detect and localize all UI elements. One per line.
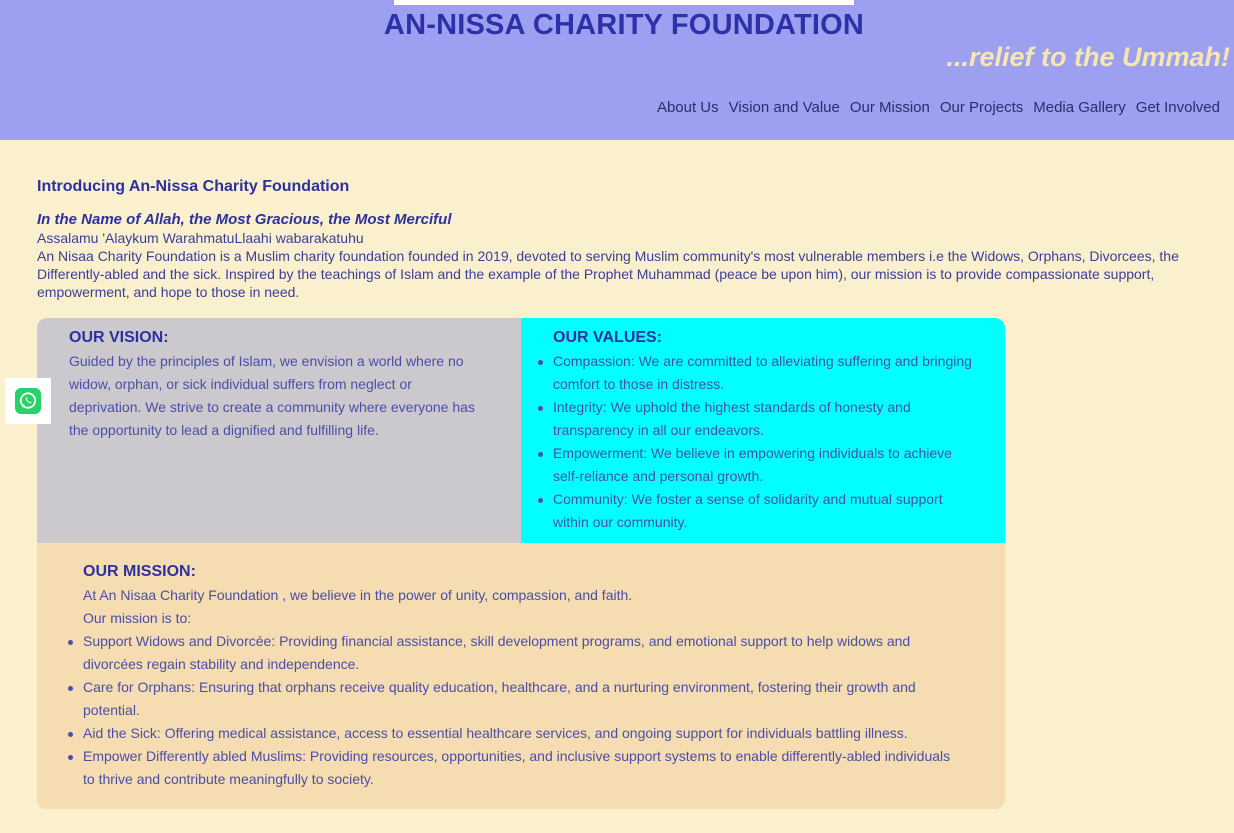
bismillah: In the Name of Allah, the Most Gracious,… [37,211,452,228]
list-item: Care for Orphans: Ensuring that orphans … [68,676,965,722]
values-title: OUR VALUES: [553,329,663,346]
values-list: Compassion: We are committed to alleviat… [538,350,975,534]
mission-box: OUR MISSION: At An Nisaa Charity Foundat… [37,543,1005,809]
vision-values-mission-grid: OUR VISION: Guided by the principles of … [37,318,1005,809]
list-item: Integrity: We uphold the highest standar… [538,396,975,442]
nav-item-vision-and-value[interactable]: Vision and Value [729,99,840,116]
mission-title: OUR MISSION: [83,563,196,580]
intro-section: Introducing An-Nissa Charity Foundation … [37,178,1217,301]
whatsapp-icon [15,388,41,414]
intro-description: An Nisaa Charity Foundation is a Muslim … [37,248,1179,300]
site-title[interactable]: AN-NISSA CHARITY FOUNDATION [0,9,1234,42]
list-item: Empower Differently abled Muslims: Provi… [68,745,965,791]
nav-item-media-gallery[interactable]: Media Gallery [1033,99,1126,116]
mission-lead: Our mission is to: [83,610,192,626]
intro-title: Introducing An-Nissa Charity Foundation [37,178,350,195]
whatsapp-button[interactable] [5,378,51,424]
greeting: Assalamu 'Alaykum WarahmatuLlaahi wabara… [37,230,364,246]
list-item: Aid the Sick: Offering medical assistanc… [68,722,965,745]
vision-title: OUR VISION: [69,329,169,346]
site-header: AN-NISSA CHARITY FOUNDATION ...relief to… [0,0,1234,140]
nav-item-our-projects[interactable]: Our Projects [940,99,1023,116]
list-item: Empowerment: We believe in empowering in… [538,442,975,488]
list-item: Community: We foster a sense of solidari… [538,488,975,534]
nav-item-about-us[interactable]: About Us [657,99,719,116]
main-nav: About Us Vision and Value Our Mission Ou… [657,99,1220,116]
list-item: Compassion: We are committed to alleviat… [538,350,975,396]
tagline: ...relief to the Ummah! [946,42,1230,72]
values-box: OUR VALUES: Compassion: We are committed… [521,318,1005,543]
mission-intro: At An Nisaa Charity Foundation , we beli… [83,587,633,603]
nav-item-get-involved[interactable]: Get Involved [1136,99,1220,116]
list-item: Support Widows and Divorcée: Providing f… [68,630,965,676]
vision-box: OUR VISION: Guided by the principles of … [37,318,521,543]
mission-list: Support Widows and Divorcée: Providing f… [68,630,965,791]
nav-item-our-mission[interactable]: Our Mission [850,99,930,116]
logo-strip [394,0,854,5]
vision-text: Guided by the principles of Islam, we en… [69,353,475,438]
